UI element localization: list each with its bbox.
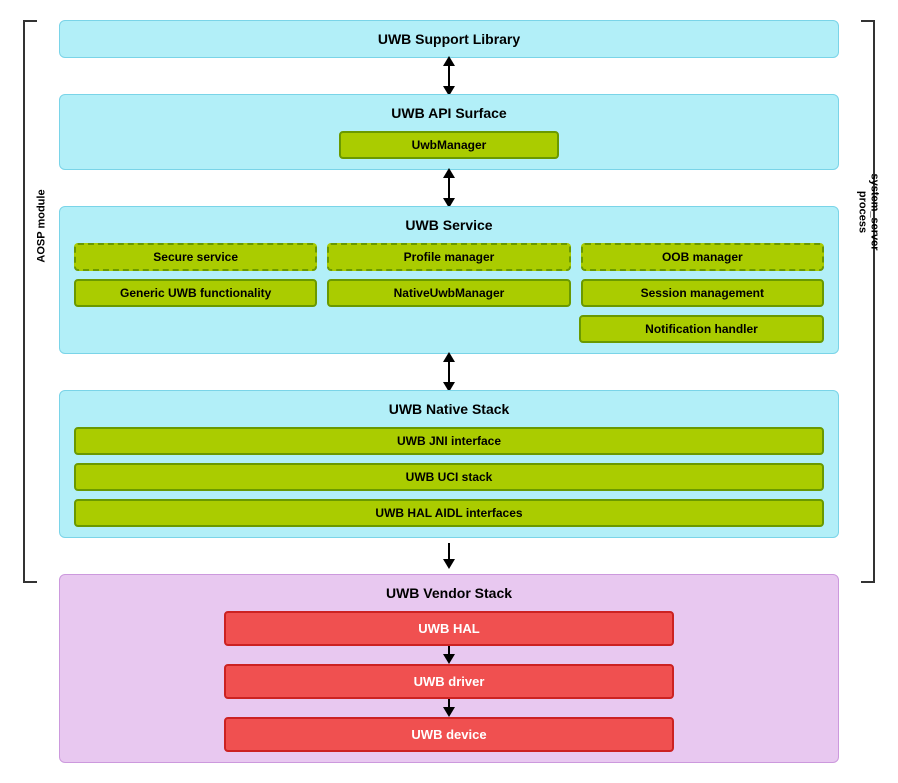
- va-shaft-1: [448, 646, 450, 654]
- arrow-2: [59, 170, 839, 206]
- native-stack-rows: UWB JNI interface UWB UCI stack UWB HAL …: [74, 427, 824, 527]
- va-head-2: [443, 707, 455, 717]
- native-stack-section: UWB Native Stack UWB JNI interface UWB U…: [59, 390, 839, 538]
- uwb-driver-box: UWB driver: [224, 664, 674, 699]
- arrow-1: [59, 58, 839, 94]
- vendor-arrow-1: [443, 646, 455, 664]
- service-row-1: Secure service Profile manager OOB manag…: [74, 243, 824, 271]
- profile-manager-box: Profile manager: [327, 243, 570, 271]
- notification-handler-box: Notification handler: [579, 315, 824, 343]
- vendor-rows: UWB HAL UWB driver UWB device: [74, 611, 824, 752]
- arrow-shaft-2: [448, 178, 450, 198]
- arrow-3: [59, 354, 839, 390]
- support-library-section: UWB Support Library: [59, 20, 839, 58]
- arrow-head-up-1: [443, 56, 455, 66]
- native-stack-title: UWB Native Stack: [74, 401, 824, 417]
- arrow-shaft-3: [448, 362, 450, 382]
- arrow-shaft-1: [448, 66, 450, 86]
- service-row-2: Generic UWB functionality NativeUwbManag…: [74, 279, 824, 307]
- uwb-service-title: UWB Service: [74, 217, 824, 233]
- va-head-1: [443, 654, 455, 664]
- system-server-label: system_server process: [856, 173, 880, 250]
- vendor-stack-section: UWB Vendor Stack UWB HAL UWB driver UWB …: [59, 574, 839, 763]
- arrow-head-up-3: [443, 352, 455, 362]
- vendor-stack-title: UWB Vendor Stack: [74, 585, 824, 601]
- arrow-4: [59, 538, 839, 574]
- vendor-arrow-2: [443, 699, 455, 717]
- api-surface-section: UWB API Surface UwbManager: [59, 94, 839, 170]
- native-uwb-manager-box: NativeUwbManager: [327, 279, 570, 307]
- api-surface-title: UWB API Surface: [74, 105, 824, 121]
- uwb-hal-box: UWB HAL: [224, 611, 674, 646]
- session-management-box: Session management: [581, 279, 824, 307]
- main-layout: UWB Support Library UWB API Surface UwbM…: [59, 20, 839, 763]
- arrow-head-down-4: [443, 559, 455, 569]
- aosp-label: AOSP module: [36, 189, 48, 262]
- system-server-bracket: [861, 20, 875, 583]
- arrow-shaft-4: [448, 543, 450, 559]
- diagram-container: UWB Support Library UWB API Surface UwbM…: [19, 0, 879, 783]
- secure-service-box: Secure service: [74, 243, 317, 271]
- uwb-uci-box: UWB UCI stack: [74, 463, 824, 491]
- generic-uwb-box: Generic UWB functionality: [74, 279, 317, 307]
- uwb-hal-aidl-box: UWB HAL AIDL interfaces: [74, 499, 824, 527]
- uwb-device-box: UWB device: [224, 717, 674, 752]
- va-shaft-2: [448, 699, 450, 707]
- support-library-title: UWB Support Library: [378, 31, 520, 47]
- uwb-service-section: UWB Service Secure service Profile manag…: [59, 206, 839, 354]
- aosp-bracket: [23, 20, 37, 583]
- uwb-manager-box: UwbManager: [339, 131, 559, 159]
- oob-manager-box: OOB manager: [581, 243, 824, 271]
- arrow-head-up-2: [443, 168, 455, 178]
- vendor-box-wrap: UWB HAL UWB driver UWB device: [224, 611, 674, 752]
- uwb-jni-box: UWB JNI interface: [74, 427, 824, 455]
